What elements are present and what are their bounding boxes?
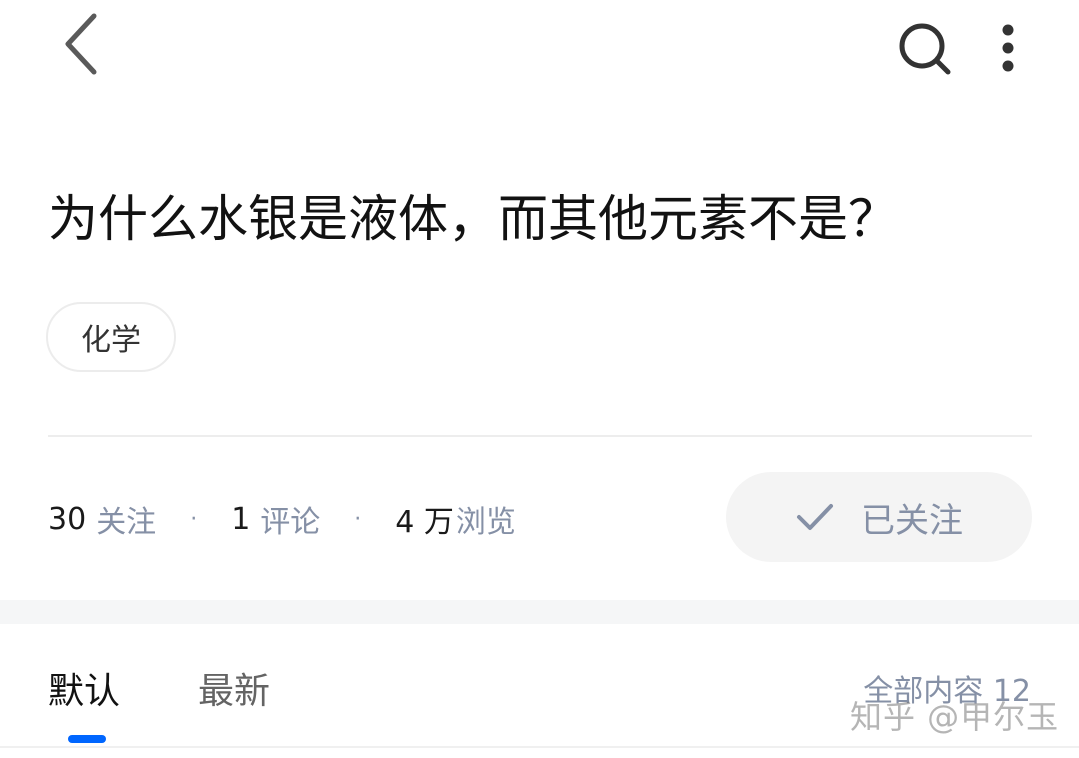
watermark: 知乎 @甲尔玉 [850, 698, 1060, 736]
followers-label[interactable]: 关注 [96, 497, 156, 541]
search-button[interactable] [894, 18, 956, 80]
tab-latest[interactable]: 最新 [198, 662, 270, 714]
more-vertical-icon [1002, 24, 1014, 72]
divider [48, 435, 1032, 437]
search-icon [899, 23, 951, 75]
topic-tag-chemistry[interactable]: 化学 [46, 302, 176, 372]
stat-separator: · [354, 506, 362, 532]
back-arrow-icon [65, 13, 97, 75]
question-page: 为什么水银是液体，而其他元素不是？ 化学 30 关注 · 1 评论 · 4 万 … [0, 0, 1079, 758]
tab-default[interactable]: 默认 [48, 662, 120, 714]
stat-separator: · [190, 506, 198, 532]
follow-button-label: 已关注 [861, 500, 963, 541]
comments-label[interactable]: 评论 [260, 497, 320, 541]
top-bar [0, 0, 1079, 100]
back-button[interactable] [56, 10, 108, 78]
question-stats: 30 关注 · 1 评论 · 4 万 浏览 [48, 494, 516, 544]
active-tab-indicator [68, 735, 106, 743]
question-title: 为什么水银是液体，而其他元素不是？ [48, 190, 898, 248]
section-separator [0, 600, 1079, 624]
comments-count: 1 [231, 501, 251, 537]
more-options-button[interactable] [990, 18, 1026, 80]
views-count: 4 万 [395, 505, 454, 540]
follow-button[interactable]: 已关注 [726, 472, 1032, 562]
check-icon [797, 504, 833, 530]
views-label: 浏览 [455, 505, 516, 540]
followers-count: 30 [48, 501, 87, 537]
bottom-divider [0, 746, 1079, 748]
